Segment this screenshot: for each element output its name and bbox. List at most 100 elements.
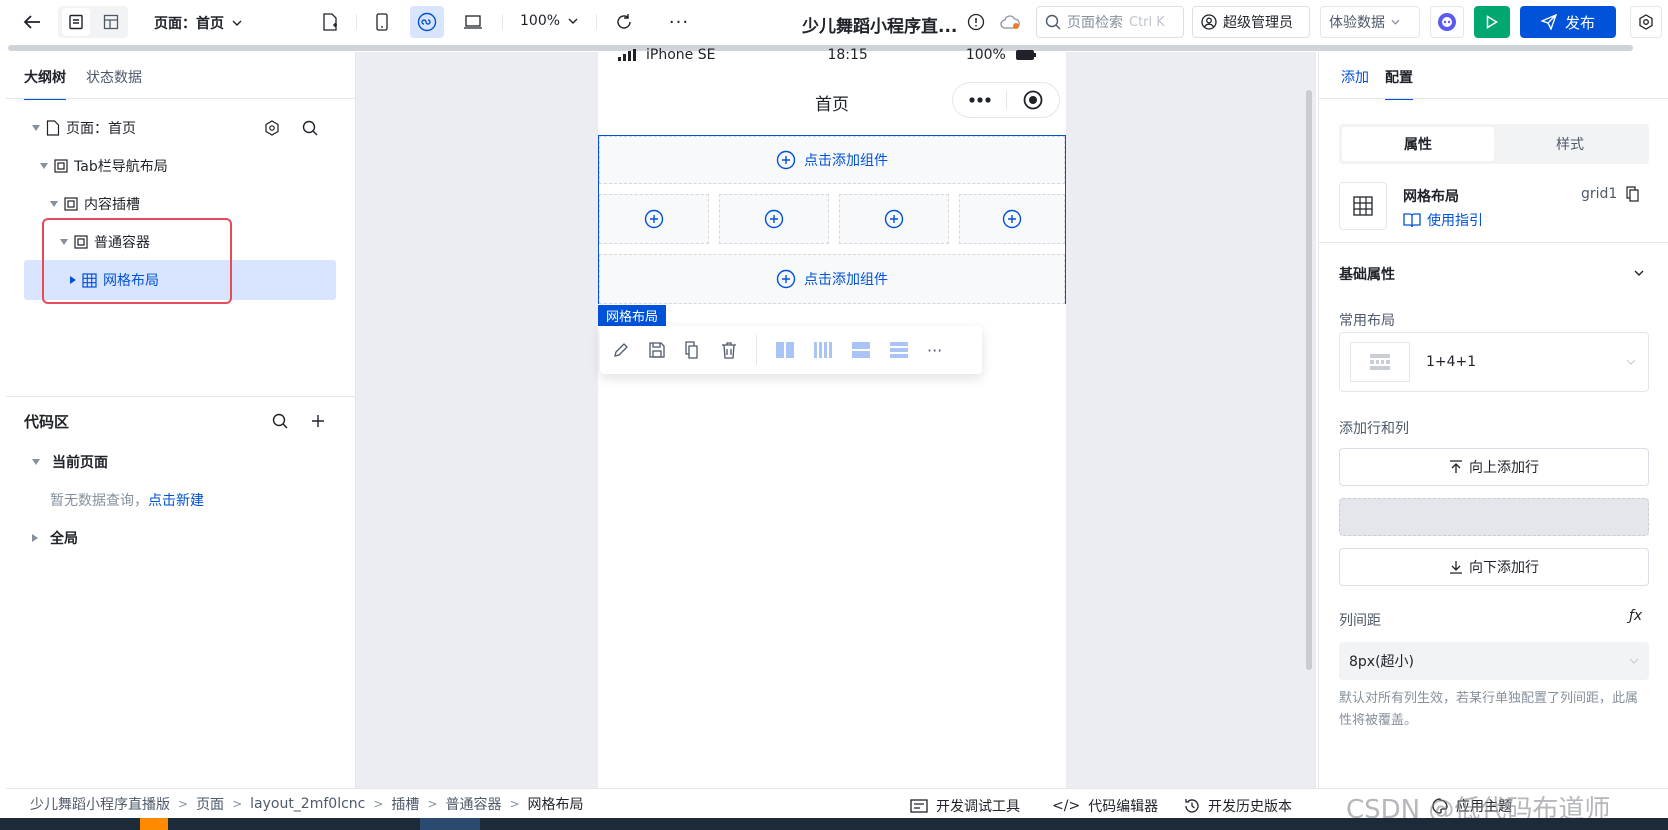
zoom-selector[interactable]: 100% — [520, 13, 578, 29]
page-search-input[interactable]: 页面检索 Ctrl K — [1036, 6, 1184, 38]
mobile-device-icon[interactable] — [370, 10, 394, 34]
chevron-down-icon — [1626, 359, 1636, 365]
capsule-close-icon[interactable] — [1007, 90, 1059, 110]
page-selector[interactable]: 页面：首页 — [154, 13, 242, 33]
page-settings-icon[interactable] — [262, 118, 282, 138]
book-icon — [1403, 213, 1421, 228]
right-tabs: 添加 配置 — [1341, 67, 1413, 100]
add-circle-icon — [764, 209, 784, 229]
history-button[interactable]: 开发历史版本 — [1184, 796, 1292, 816]
back-arrow-icon[interactable] — [18, 10, 46, 34]
segment-props[interactable]: 属性 — [1342, 127, 1494, 161]
send-icon — [1540, 14, 1557, 30]
capsule-more-icon[interactable] — [953, 97, 1006, 103]
capsule-menu[interactable] — [952, 82, 1060, 118]
current-page-group[interactable]: 当前页面 — [32, 452, 108, 472]
tree-search-icon[interactable] — [300, 118, 320, 138]
add-component-label: 点击添加组件 — [804, 272, 888, 288]
two-column-layout-icon[interactable] — [775, 341, 795, 359]
ai-assistant-icon[interactable] — [1430, 6, 1464, 38]
debug-icon — [910, 799, 928, 813]
more-icon[interactable]: ··· — [666, 10, 692, 34]
layout-view-icon[interactable] — [97, 8, 125, 36]
usage-guide-link[interactable]: 使用指引 — [1403, 210, 1483, 230]
publish-label: 发布 — [1564, 13, 1595, 32]
collapse-caret-icon[interactable] — [50, 201, 58, 207]
collapse-caret-icon[interactable] — [32, 459, 40, 465]
formula-fx-icon[interactable]: ƒx — [1629, 608, 1642, 624]
data-mode-select[interactable]: 体验数据 — [1320, 6, 1420, 38]
three-row-layout-icon[interactable] — [889, 341, 909, 359]
grid-cell[interactable] — [719, 194, 829, 244]
tree-item-page[interactable]: 页面：首页 — [32, 118, 136, 138]
chevron-down-icon — [1629, 658, 1639, 664]
create-query-link[interactable]: 点击新建 — [148, 493, 204, 509]
copy-id-icon[interactable] — [1623, 184, 1643, 204]
tab-add[interactable]: 添加 — [1341, 67, 1369, 100]
global-group[interactable]: 全局 — [32, 528, 78, 548]
usage-guide-label: 使用指引 — [1427, 213, 1483, 229]
code-editor-button[interactable]: </> 代码编辑器 — [1052, 796, 1158, 816]
miniprogram-device-icon[interactable] — [410, 6, 444, 38]
expand-caret-icon[interactable] — [32, 534, 38, 542]
chevron-down-icon[interactable] — [1629, 264, 1649, 282]
breadcrumb: 少儿舞蹈小程序直播版 > 页面 > layout_2mf0lcnc > 插槽 > 普通容… — [30, 794, 584, 814]
copy-icon[interactable] — [684, 341, 702, 359]
chevron-down-icon — [568, 18, 578, 24]
grid-cell[interactable] — [599, 194, 709, 244]
tab-config[interactable]: 配置 — [1385, 67, 1413, 100]
tab-state-data[interactable]: 状态数据 — [86, 67, 142, 100]
warning-icon[interactable] — [966, 12, 986, 32]
two-row-layout-icon[interactable] — [851, 341, 871, 359]
add-component-top[interactable]: 点击添加组件 — [599, 136, 1065, 184]
breadcrumb-item[interactable]: 普通容器 — [445, 794, 501, 814]
add-circle-icon — [776, 269, 796, 289]
delete-icon[interactable] — [720, 341, 738, 359]
breadcrumb-item[interactable]: layout_2mf0lcnc — [250, 796, 365, 812]
current-page-label: 当前页面 — [52, 455, 108, 471]
edit-icon[interactable] — [612, 341, 630, 359]
collapse-caret-icon[interactable] — [32, 125, 40, 131]
segment-style[interactable]: 样式 — [1494, 127, 1646, 161]
user-role-button[interactable]: 超级管理员 — [1192, 6, 1310, 38]
bottom-status-bar: 少儿舞蹈小程序直播版 > 页面 > layout_2mf0lcnc > 插槽 > 普通容… — [6, 788, 1668, 825]
add-code-icon[interactable] — [308, 411, 328, 431]
run-button[interactable] — [1474, 6, 1510, 38]
add-row-above-button[interactable]: 向上添加行 — [1339, 448, 1649, 486]
refresh-icon[interactable] — [612, 10, 636, 34]
breadcrumb-item[interactable]: 少儿舞蹈小程序直播版 — [30, 794, 170, 814]
user-icon — [1201, 14, 1217, 30]
common-layout-select[interactable]: 1+4+1 — [1339, 332, 1649, 392]
tree-item-tab-layout[interactable]: Tab栏导航布局 — [40, 156, 168, 176]
code-search-icon[interactable] — [270, 411, 290, 431]
col-gap-select[interactable]: 8px(超小) — [1339, 642, 1649, 680]
publish-button[interactable]: 发布 — [1520, 6, 1616, 38]
settings-icon[interactable] — [1630, 6, 1662, 38]
grid-cell[interactable] — [959, 194, 1065, 244]
empty-query-text: 暂无数据查询，点击新建 — [50, 490, 204, 510]
tree-item-label: Tab栏导航布局 — [74, 159, 168, 175]
add-circle-icon — [644, 209, 664, 229]
more-actions-icon[interactable]: ··· — [927, 341, 942, 360]
chevron-down-icon — [232, 20, 242, 26]
cloud-sync-icon[interactable] — [998, 12, 1022, 32]
page-view-icon[interactable] — [62, 8, 90, 36]
row-placeholder — [1339, 498, 1649, 536]
collapse-caret-icon[interactable] — [40, 163, 48, 169]
dev-tools-button[interactable]: 开发调试工具 — [910, 796, 1020, 816]
breadcrumb-current[interactable]: 网格布局 — [528, 794, 584, 814]
breadcrumb-item[interactable]: 插槽 — [391, 794, 419, 814]
add-page-icon[interactable] — [318, 10, 342, 34]
basic-props-header[interactable]: 基础属性 — [1339, 264, 1395, 284]
add-component-bottom[interactable]: 点击添加组件 — [599, 254, 1065, 304]
save-icon[interactable] — [648, 341, 666, 359]
breadcrumb-item[interactable]: 页面 — [196, 794, 224, 814]
four-column-layout-icon[interactable] — [813, 341, 833, 359]
tree-item-content-slot[interactable]: 内容插槽 — [50, 194, 140, 214]
grid-cell[interactable] — [839, 194, 949, 244]
tab-outline[interactable]: 大纲树 — [24, 67, 66, 100]
add-row-below-button[interactable]: 向下添加行 — [1339, 548, 1649, 586]
desktop-device-icon[interactable] — [460, 10, 486, 34]
zoom-value: 100% — [520, 13, 561, 29]
canvas-scrollbar[interactable] — [1306, 90, 1312, 670]
